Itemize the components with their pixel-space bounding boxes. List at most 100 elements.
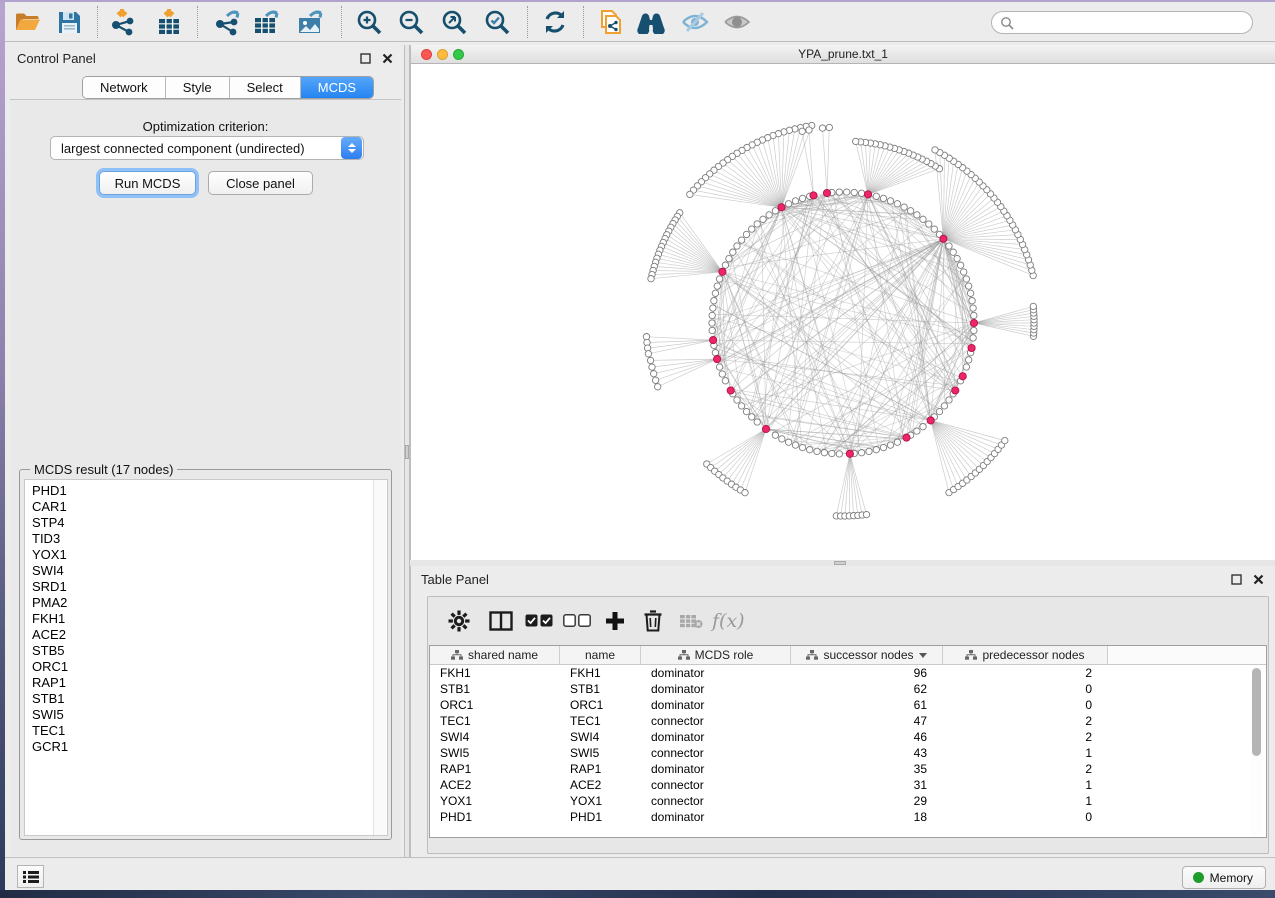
network-graph-canvas[interactable] <box>411 65 1275 560</box>
tab-style[interactable]: Style <box>166 77 230 98</box>
memory-button[interactable]: Memory <box>1182 866 1266 889</box>
cell-name: ACE2 <box>560 778 641 792</box>
import-table-icon[interactable] <box>153 7 185 37</box>
desktop-wallpaper-bottom <box>0 890 1275 898</box>
mcds-result-list[interactable]: PHD1CAR1STP4TID3YOX1SWI4SRD1PMA2FKH1ACE2… <box>24 479 388 836</box>
table-card: f(x) shared namenameMCDS rolesuccessor n… <box>427 596 1269 854</box>
column-header-predecessor-nodes[interactable]: predecessor nodes <box>943 646 1108 664</box>
add-column-icon[interactable] <box>596 606 634 636</box>
search-box[interactable] <box>991 11 1253 34</box>
cell-predecessor-nodes: 2 <box>943 730 1108 744</box>
table-scrollbar[interactable] <box>1251 668 1263 836</box>
column-header-shared-name[interactable]: shared name <box>430 646 560 664</box>
mcds-result-item[interactable]: GCR1 <box>32 739 387 755</box>
cell-predecessor-nodes: 1 <box>943 778 1108 792</box>
table-row[interactable]: PHD1PHD1dominator180 <box>430 809 1266 825</box>
column-header-name[interactable]: name <box>560 646 641 664</box>
mcds-result-groupbox: MCDS result (17 nodes) PHD1CAR1STP4TID3Y… <box>19 469 392 840</box>
close-table-panel-icon[interactable] <box>1251 572 1265 586</box>
automation-panel-button[interactable] <box>17 865 44 888</box>
mcds-result-item[interactable]: TEC1 <box>32 723 387 739</box>
vertical-divider-handle[interactable] <box>405 445 409 459</box>
mcds-result-item[interactable]: CAR1 <box>32 499 387 515</box>
import-network-icon[interactable] <box>107 7 139 37</box>
column-layout-icon[interactable] <box>482 606 520 636</box>
mcds-result-item[interactable]: PHD1 <box>32 483 387 499</box>
zoom-out-icon[interactable] <box>395 7 427 37</box>
mcds-list-scrollbar[interactable] <box>373 480 386 835</box>
mcds-result-item[interactable]: SWI4 <box>32 563 387 579</box>
status-bar: Memory <box>5 857 1275 890</box>
mcds-result-item[interactable]: YOX1 <box>32 547 387 563</box>
mcds-result-item[interactable]: RAP1 <box>32 675 387 691</box>
tab-mcds[interactable]: MCDS <box>301 77 373 98</box>
float-panel-icon[interactable] <box>358 51 372 65</box>
toolbar-separator <box>527 6 528 38</box>
table-row[interactable]: SWI4SWI4dominator462 <box>430 729 1266 745</box>
save-session-icon[interactable] <box>53 7 85 37</box>
refresh-view-icon[interactable] <box>539 7 571 37</box>
table-row[interactable]: ACE2ACE2connector311 <box>430 777 1266 793</box>
zoom-in-icon[interactable] <box>353 7 385 37</box>
mcds-result-item[interactable]: PMA2 <box>32 595 387 611</box>
column-header-MCDS-role[interactable]: MCDS role <box>641 646 791 664</box>
table-panel-title: Table Panel <box>421 572 489 587</box>
tab-network[interactable]: Network <box>83 77 166 98</box>
window-close-traffic-light[interactable] <box>421 49 432 60</box>
table-row[interactable]: TEC1TEC1connector472 <box>430 713 1266 729</box>
cytoscape-window: Control Panel Network Style Select MCDS … <box>5 2 1275 890</box>
mcds-result-item[interactable]: STB5 <box>32 643 387 659</box>
graph-nodes <box>643 122 1037 519</box>
cell-MCDS-role: dominator <box>641 666 791 680</box>
zoom-selected-icon[interactable] <box>481 7 513 37</box>
table-panel: Table Panel <box>410 566 1275 858</box>
export-network-icon[interactable] <box>211 7 243 37</box>
mcds-result-item[interactable]: ORC1 <box>32 659 387 675</box>
window-zoom-traffic-light[interactable] <box>453 49 464 60</box>
show-all-icon[interactable] <box>721 7 753 37</box>
run-mcds-button[interactable]: Run MCDS <box>99 171 196 195</box>
mcds-result-item[interactable]: SRD1 <box>32 579 387 595</box>
table-row[interactable]: ORC1ORC1dominator610 <box>430 697 1266 713</box>
horizontal-divider-handle[interactable] <box>834 561 846 565</box>
cell-successor-nodes: 96 <box>791 666 943 680</box>
deselect-all-icon[interactable] <box>558 606 596 636</box>
select-all-icon[interactable] <box>520 606 558 636</box>
control-panel-tabs: Network Style Select MCDS <box>82 76 374 99</box>
optimization-criterion-dropdown[interactable]: largest connected component (undirected) <box>50 136 364 160</box>
cell-MCDS-role: dominator <box>641 762 791 776</box>
zoom-fit-icon[interactable] <box>438 7 470 37</box>
float-table-panel-icon[interactable] <box>1229 572 1243 586</box>
first-neighbors-icon[interactable] <box>635 7 667 37</box>
mcds-result-item[interactable]: ACE2 <box>32 627 387 643</box>
table-row[interactable]: YOX1YOX1connector291 <box>430 793 1266 809</box>
tab-select[interactable]: Select <box>230 77 301 98</box>
mcds-result-item[interactable]: STB1 <box>32 691 387 707</box>
table-row[interactable]: SWI5SWI5connector431 <box>430 745 1266 761</box>
cell-name: YOX1 <box>560 794 641 808</box>
table-row[interactable]: STB1STB1dominator620 <box>430 681 1266 697</box>
export-image-icon[interactable] <box>295 7 327 37</box>
search-input[interactable] <box>1014 16 1252 30</box>
table-row[interactable]: RAP1RAP1dominator352 <box>430 761 1266 777</box>
hide-selected-icon[interactable] <box>679 7 711 37</box>
table-options-gear-icon[interactable] <box>440 606 478 636</box>
window-minimize-traffic-light[interactable] <box>437 49 448 60</box>
duplicate-network-icon[interactable] <box>595 7 627 37</box>
delete-column-icon[interactable] <box>634 606 672 636</box>
close-panel-button[interactable]: Close panel <box>208 171 313 195</box>
mcds-result-item[interactable]: FKH1 <box>32 611 387 627</box>
cell-MCDS-role: connector <box>641 778 791 792</box>
open-file-icon[interactable] <box>11 7 43 37</box>
table-scrollbar-thumb[interactable] <box>1252 668 1261 756</box>
main-toolbar <box>5 2 1275 42</box>
mcds-result-item[interactable]: STP4 <box>32 515 387 531</box>
table-toolbar: f(x) <box>428 597 1268 644</box>
mcds-result-item[interactable]: SWI5 <box>32 707 387 723</box>
network-view-title: YPA_prune.txt_1 <box>798 47 888 61</box>
mcds-result-item[interactable]: TID3 <box>32 531 387 547</box>
table-row[interactable]: FKH1FKH1dominator962 <box>430 665 1266 681</box>
export-table-icon[interactable] <box>251 7 283 37</box>
column-header-successor-nodes[interactable]: successor nodes <box>791 646 943 664</box>
close-panel-icon[interactable] <box>380 51 394 65</box>
